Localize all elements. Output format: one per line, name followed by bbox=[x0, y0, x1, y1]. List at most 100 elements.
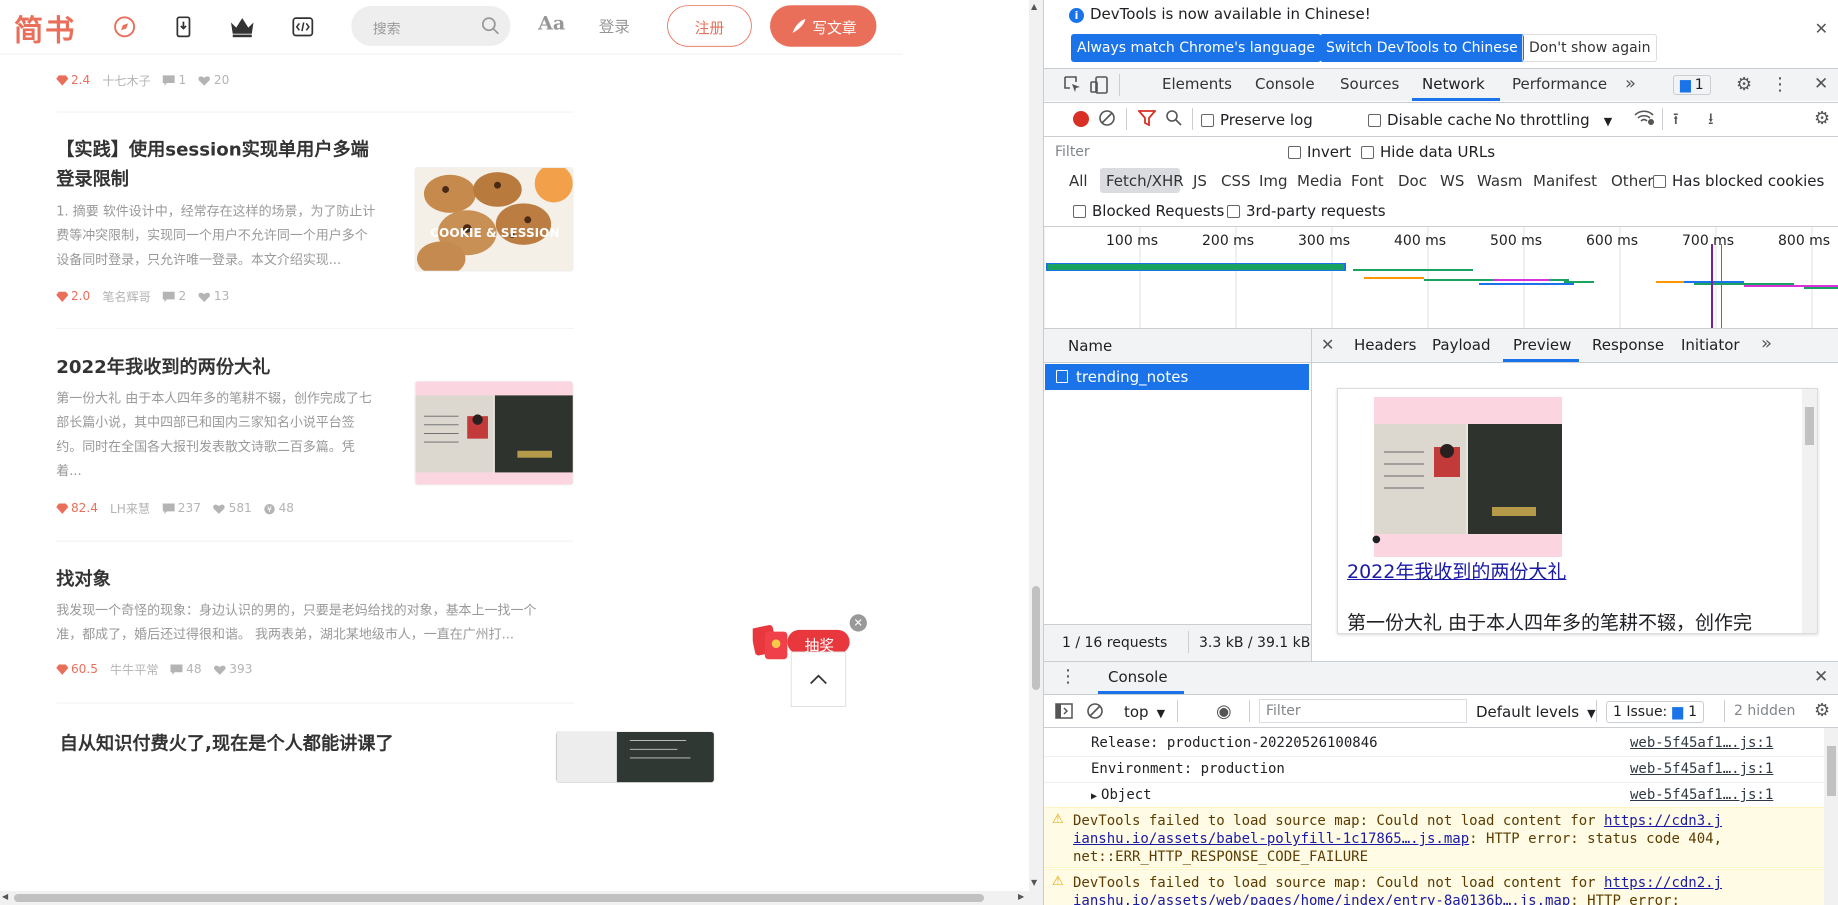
tab-initiator[interactable]: Initiator bbox=[1681, 336, 1740, 354]
article-thumbnail[interactable] bbox=[555, 731, 715, 784]
disable-cache-checkbox[interactable]: Disable cache bbox=[1368, 111, 1492, 129]
jianshu-logo[interactable]: 简书 bbox=[14, 7, 76, 49]
network-conditions-icon[interactable] bbox=[1633, 108, 1655, 130]
page-vertical-scrollbar[interactable]: ▲ ▼ bbox=[1029, 0, 1043, 905]
scroll-left-icon[interactable]: ◀ bbox=[2, 892, 8, 901]
tab-performance[interactable]: Performance bbox=[1512, 75, 1607, 93]
filter-input[interactable]: Filter bbox=[1049, 141, 1251, 163]
filter-fetch-xhr[interactable]: Fetch/XHR bbox=[1106, 172, 1184, 190]
sidebar-toggle-icon[interactable] bbox=[1055, 703, 1073, 723]
filter-doc[interactable]: Doc bbox=[1398, 172, 1427, 190]
crown-icon[interactable] bbox=[229, 14, 255, 40]
scrollbar-thumb[interactable] bbox=[14, 894, 984, 902]
search-input[interactable]: 搜索 bbox=[351, 6, 511, 46]
tab-headers[interactable]: Headers bbox=[1354, 336, 1416, 354]
filter-media[interactable]: Media bbox=[1297, 172, 1342, 190]
filter-icon[interactable] bbox=[1137, 110, 1157, 130]
throttling-select[interactable]: No throttling ▼ bbox=[1495, 111, 1612, 129]
compass-icon[interactable] bbox=[112, 14, 138, 40]
close-icon[interactable]: ✕ bbox=[849, 614, 867, 632]
switch-chinese-button[interactable]: Switch DevTools to Chinese bbox=[1320, 34, 1524, 62]
eye-icon[interactable]: ◉ bbox=[1216, 701, 1232, 722]
log-levels-select[interactable]: Default levels ▼ bbox=[1476, 703, 1596, 721]
source-map-link[interactable]: ianshu.io/assets/babel-polyfill-1c17865…… bbox=[1073, 831, 1469, 847]
filter-other[interactable]: Other bbox=[1611, 172, 1654, 190]
match-language-button[interactable]: Always match Chrome's language bbox=[1071, 34, 1321, 62]
name-column-header[interactable]: Name bbox=[1044, 329, 1311, 362]
console-source-link[interactable]: web-5f45af1….js:1 bbox=[1630, 735, 1773, 751]
has-blocked-cookies-checkbox[interactable]: Has blocked cookies bbox=[1653, 172, 1824, 190]
console-settings-icon[interactable]: ⚙ bbox=[1814, 700, 1830, 721]
article-title[interactable]: 2022年我收到的两份大礼 bbox=[56, 352, 270, 381]
clear-icon[interactable] bbox=[1098, 109, 1116, 131]
source-map-link[interactable]: https://cdn2.j bbox=[1604, 875, 1722, 891]
mobile-download-icon[interactable] bbox=[170, 14, 196, 40]
tab-payload[interactable]: Payload bbox=[1432, 336, 1491, 354]
write-article-button[interactable]: 写文章 bbox=[770, 5, 877, 47]
article-title[interactable]: 自从知识付费火了,现在是个人都能讲课了 bbox=[60, 728, 394, 757]
preview-scrollbar[interactable] bbox=[1802, 389, 1817, 633]
filter-img[interactable]: Img bbox=[1259, 172, 1288, 190]
console-drawer-tab[interactable]: Console bbox=[1108, 668, 1168, 686]
console-filter-input[interactable]: Filter bbox=[1259, 699, 1467, 723]
close-detail-icon[interactable]: ✕ bbox=[1321, 335, 1334, 354]
preview-article-link[interactable]: 2022年我收到的两份大礼 bbox=[1347, 557, 1566, 584]
issues-badge[interactable]: ▆ 1 bbox=[1673, 75, 1711, 95]
article-title[interactable]: 【实践】使用session实现单用户多端 登录限制 bbox=[56, 135, 369, 194]
comment-count[interactable]: 1 bbox=[162, 74, 186, 87]
filter-css[interactable]: CSS bbox=[1221, 172, 1251, 190]
filter-ws[interactable]: WS bbox=[1440, 172, 1464, 190]
inspect-element-icon[interactable] bbox=[1064, 76, 1082, 98]
code-icon[interactable] bbox=[290, 14, 316, 40]
scrollbar-thumb[interactable] bbox=[1827, 746, 1836, 796]
scroll-right-icon[interactable]: ▶ bbox=[1018, 892, 1024, 901]
login-link[interactable]: 登录 bbox=[599, 15, 630, 37]
scroll-down-icon[interactable]: ▼ bbox=[1031, 878, 1037, 887]
context-select[interactable]: top ▼ bbox=[1124, 703, 1165, 721]
author-link[interactable]: 十七木子 bbox=[102, 72, 150, 89]
device-toolbar-icon[interactable] bbox=[1090, 76, 1108, 98]
source-map-link[interactable]: https://cdn3.j bbox=[1604, 813, 1722, 829]
console-issues-button[interactable]: 1 Issue: ▆ 1 bbox=[1606, 701, 1704, 723]
more-tabs-icon[interactable]: » bbox=[1761, 333, 1772, 354]
article-title[interactable]: 找对象 bbox=[56, 564, 111, 593]
font-toggle-button[interactable]: Aa bbox=[538, 12, 565, 34]
filter-js[interactable]: JS bbox=[1193, 172, 1207, 190]
scrollbar-thumb[interactable] bbox=[1805, 407, 1814, 445]
scroll-up-icon[interactable]: ▲ bbox=[1031, 2, 1037, 11]
tab-preview[interactable]: Preview bbox=[1513, 336, 1571, 354]
tab-elements[interactable]: Elements bbox=[1162, 75, 1232, 93]
comment-count[interactable]: 2 bbox=[162, 290, 186, 304]
tab-network[interactable]: Network bbox=[1422, 75, 1485, 93]
blocked-requests-checkbox[interactable]: Blocked Requests bbox=[1073, 202, 1224, 220]
article-thumbnail[interactable]: COOKIE & SESSION bbox=[414, 166, 574, 272]
console-scrollbar[interactable] bbox=[1824, 728, 1838, 905]
third-party-requests-checkbox[interactable]: 3rd-party requests bbox=[1227, 202, 1386, 220]
signup-button[interactable]: 注册 bbox=[667, 5, 752, 47]
request-row-trending-notes[interactable]: trending_notes bbox=[1045, 364, 1309, 390]
network-settings-icon[interactable]: ⚙ bbox=[1814, 108, 1830, 129]
drawer-menu-icon[interactable]: ⋮ bbox=[1059, 666, 1077, 687]
scrollbar-thumb[interactable] bbox=[1032, 586, 1040, 690]
more-tabs-icon[interactable]: » bbox=[1625, 73, 1636, 94]
settings-gear-icon[interactable]: ⚙ bbox=[1736, 74, 1752, 95]
console-object[interactable]: ▶ Object bbox=[1091, 787, 1152, 803]
author-link[interactable]: LH来慧 bbox=[110, 500, 150, 517]
comment-count[interactable]: 48 bbox=[170, 663, 202, 677]
close-drawer-icon[interactable]: ✕ bbox=[1814, 667, 1828, 687]
author-link[interactable]: 笔名辉哥 bbox=[102, 288, 150, 305]
filter-manifest[interactable]: Manifest bbox=[1533, 172, 1597, 190]
source-map-link[interactable]: ianshu.io/assets/web/pages/home/index/en… bbox=[1073, 893, 1570, 905]
clear-console-icon[interactable] bbox=[1086, 702, 1104, 724]
console-source-link[interactable]: web-5f45af1….js:1 bbox=[1630, 787, 1773, 803]
close-devtools-icon[interactable]: ✕ bbox=[1814, 74, 1828, 94]
search-icon[interactable] bbox=[481, 16, 500, 38]
tab-sources[interactable]: Sources bbox=[1340, 75, 1399, 93]
tab-console[interactable]: Console bbox=[1255, 75, 1315, 93]
article-thumbnail[interactable] bbox=[414, 380, 574, 486]
kebab-menu-icon[interactable]: ⋮ bbox=[1771, 74, 1789, 95]
filter-font[interactable]: Font bbox=[1351, 172, 1384, 190]
filter-all[interactable]: All bbox=[1069, 172, 1088, 190]
filter-wasm[interactable]: Wasm bbox=[1477, 172, 1523, 190]
page-horizontal-scrollbar[interactable]: ◀ ▶ bbox=[0, 891, 1029, 905]
